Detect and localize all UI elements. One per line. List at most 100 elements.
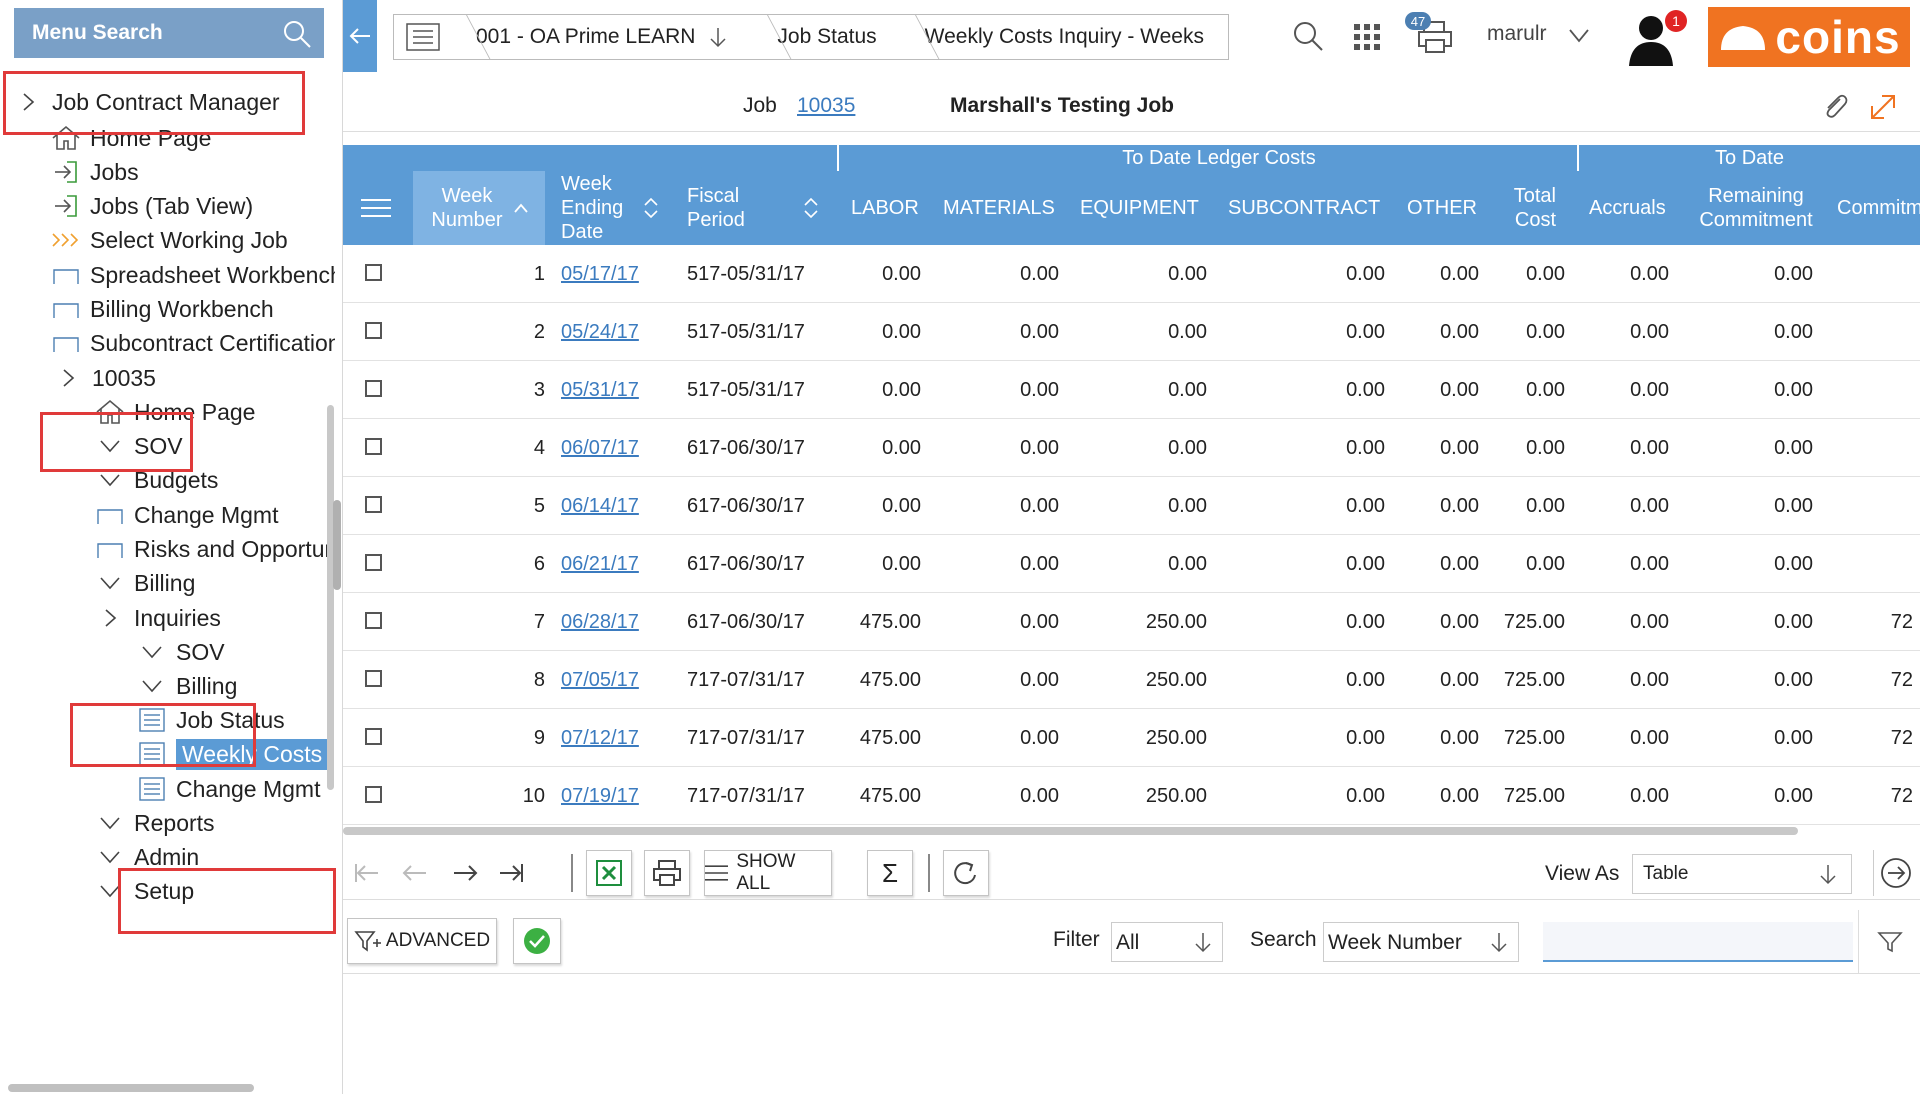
- column-header-week-ending-date[interactable]: Week Ending Date: [561, 171, 679, 245]
- cell-date[interactable]: 05/17/17: [561, 245, 671, 303]
- breadcrumb-company[interactable]: 001 - OA Prime LEARN: [452, 15, 753, 59]
- last-page-button[interactable]: [489, 850, 533, 896]
- column-header-materials[interactable]: MATERIALS: [943, 171, 1055, 245]
- table-row[interactable]: 1 05/17/17 517-05/31/17 0.00 0.00 0.00 0.00 0.0…: [343, 245, 1920, 303]
- column-menu-button[interactable]: [361, 171, 391, 245]
- row-checkbox[interactable]: [365, 728, 382, 745]
- cell-subcontract: 0.00: [1346, 379, 1385, 401]
- cell-date[interactable]: 06/14/17: [561, 477, 671, 535]
- filter-button[interactable]: [1858, 910, 1920, 974]
- sidebar-item-subcontract-certification[interactable]: Subcontract Certification: [50, 323, 335, 363]
- column-header-fiscal-period[interactable]: Fiscal Period: [687, 171, 827, 245]
- cell-date[interactable]: 07/05/17: [561, 651, 671, 709]
- row-checkbox[interactable]: [365, 786, 382, 803]
- job-number-link[interactable]: 10035: [797, 94, 855, 118]
- sidebar-item-job-contract-manager[interactable]: Job Contract Manager: [12, 82, 335, 122]
- view-as-go-button[interactable]: [1873, 850, 1918, 896]
- column-header-other[interactable]: OTHER: [1407, 171, 1477, 245]
- table-row[interactable]: 2 05/24/17 517-05/31/17 0.00 0.00 0.00 0.00 0.0…: [343, 303, 1920, 361]
- sidebar-item-weekly-costs[interactable]: Weekly Costs: [136, 734, 335, 774]
- sidebar-item-budgets[interactable]: Budgets: [94, 460, 335, 500]
- next-page-button[interactable]: [443, 850, 487, 896]
- sidebar-item-select-working-job[interactable]: Select Working Job: [50, 220, 335, 260]
- toolbar-separator: [928, 854, 930, 892]
- table-row[interactable]: 3 05/31/17 517-05/31/17 0.00 0.00 0.00 0.00 0.0…: [343, 361, 1920, 419]
- sidebar-scroll-track[interactable]: [327, 405, 334, 790]
- view-as-select[interactable]: Table: [1632, 854, 1852, 894]
- cell-labor: 475.00: [859, 669, 921, 691]
- column-header-remaining-commitment[interactable]: Remaining Commitment: [1691, 171, 1821, 245]
- cell-other: 0.00: [1440, 437, 1479, 459]
- table-row[interactable]: 9 07/12/17 717-07/31/17 475.00 0.00 250.00 0.0…: [343, 709, 1920, 767]
- search-icon[interactable]: [282, 19, 312, 55]
- column-header-total-cost[interactable]: Total Cost: [1506, 171, 1566, 245]
- print-button[interactable]: [644, 850, 690, 896]
- cell-labor: 475.00: [859, 727, 921, 749]
- coins-logo: coins: [1708, 7, 1910, 67]
- table-row[interactable]: 10 07/19/17 717-07/31/17 475.00 0.00 250.00 0.…: [343, 767, 1920, 825]
- apps-grid-icon[interactable]: [1352, 22, 1382, 52]
- cell-date[interactable]: 06/28/17: [561, 593, 671, 651]
- apply-filter-button[interactable]: [513, 918, 561, 964]
- previous-page-button[interactable]: [393, 850, 437, 896]
- column-header-labor[interactable]: LABOR: [851, 171, 919, 245]
- menu-search-bar[interactable]: Menu Search: [14, 8, 324, 58]
- job-header: Job 10035 Marshall's Testing Job: [343, 80, 1920, 132]
- sidebar-item-setup[interactable]: Setup: [94, 871, 335, 911]
- totals-button[interactable]: Σ: [867, 850, 913, 896]
- cell-subcontract: 0.00: [1346, 321, 1385, 343]
- row-checkbox[interactable]: [365, 612, 382, 629]
- search-field-select[interactable]: Week Number: [1323, 922, 1519, 962]
- table-row[interactable]: 4 06/07/17 617-06/30/17 0.00 0.00 0.00 0.00 0.0…: [343, 419, 1920, 477]
- search-icon[interactable]: [1292, 20, 1324, 52]
- breadcrumb-section[interactable]: Job Status: [753, 15, 900, 59]
- export-excel-button[interactable]: [586, 850, 632, 896]
- cell-other: 0.00: [1440, 553, 1479, 575]
- row-checkbox[interactable]: [365, 380, 382, 397]
- grid-horizontal-scrollbar[interactable]: [343, 827, 1798, 835]
- filter-select[interactable]: All: [1111, 922, 1223, 962]
- row-checkbox[interactable]: [365, 322, 382, 339]
- paperclip-icon[interactable]: [1820, 92, 1850, 122]
- column-header-commitment[interactable]: Commitm: [1837, 171, 1920, 245]
- cell-commit: 72: [1890, 785, 1913, 807]
- table-row[interactable]: 6 06/21/17 617-06/30/17 0.00 0.00 0.00 0.00 0.0…: [343, 535, 1920, 593]
- cell-date[interactable]: 06/21/17: [561, 535, 671, 593]
- cell-labor: 475.00: [859, 785, 921, 807]
- row-checkbox[interactable]: [365, 496, 382, 513]
- column-header-accruals[interactable]: Accruals: [1589, 171, 1666, 245]
- table-row[interactable]: 7 06/28/17 617-06/30/17 475.00 0.00 250.00 0.0…: [343, 593, 1920, 651]
- row-checkbox[interactable]: [365, 264, 382, 281]
- column-header-subcontract[interactable]: SUBCONTRACT: [1228, 171, 1380, 245]
- cell-date[interactable]: 05/31/17: [561, 361, 671, 419]
- user-name[interactable]: marulr: [1487, 22, 1547, 46]
- chevron-down-icon[interactable]: [1568, 24, 1590, 51]
- row-checkbox[interactable]: [365, 670, 382, 687]
- cell-remaining: 0.00: [1774, 437, 1813, 459]
- cell-date[interactable]: 07/19/17: [561, 767, 671, 825]
- sidebar-item-billing[interactable]: Billing: [94, 563, 335, 603]
- row-checkbox[interactable]: [365, 554, 382, 571]
- table-row[interactable]: 5 06/14/17 617-06/30/17 0.00 0.00 0.00 0.00 0.0…: [343, 477, 1920, 535]
- column-label-remaining-commitment: Remaining Commitment: [1699, 185, 1813, 231]
- collapse-sidebar-button[interactable]: [343, 0, 377, 72]
- refresh-button[interactable]: [943, 850, 989, 896]
- cell-remaining: 0.00: [1774, 379, 1813, 401]
- column-header-equipment[interactable]: EQUIPMENT: [1080, 171, 1199, 245]
- advanced-filter-button[interactable]: ADVANCED: [347, 918, 497, 964]
- cell-date[interactable]: 06/07/17: [561, 419, 671, 477]
- search-input[interactable]: [1543, 922, 1853, 962]
- column-header-week-number[interactable]: Week Number: [413, 171, 545, 245]
- show-all-button[interactable]: SHOW ALL: [704, 850, 832, 896]
- cell-date[interactable]: 05/24/17: [561, 303, 671, 361]
- first-page-button[interactable]: [345, 850, 389, 896]
- cell-equipment: 250.00: [1145, 727, 1207, 749]
- table-row[interactable]: 8 07/05/17 717-07/31/17 475.00 0.00 250.00 0.0…: [343, 651, 1920, 709]
- sidebar-horizontal-scrollbar[interactable]: [8, 1084, 254, 1092]
- sidebar-scroll-thumb[interactable]: [333, 500, 341, 590]
- cell-date[interactable]: 07/12/17: [561, 709, 671, 767]
- row-checkbox[interactable]: [365, 438, 382, 455]
- expand-icon[interactable]: [1868, 92, 1898, 122]
- cell-subcontract: 0.00: [1346, 785, 1385, 807]
- sidebar-item-label: Change Mgmt: [176, 775, 321, 802]
